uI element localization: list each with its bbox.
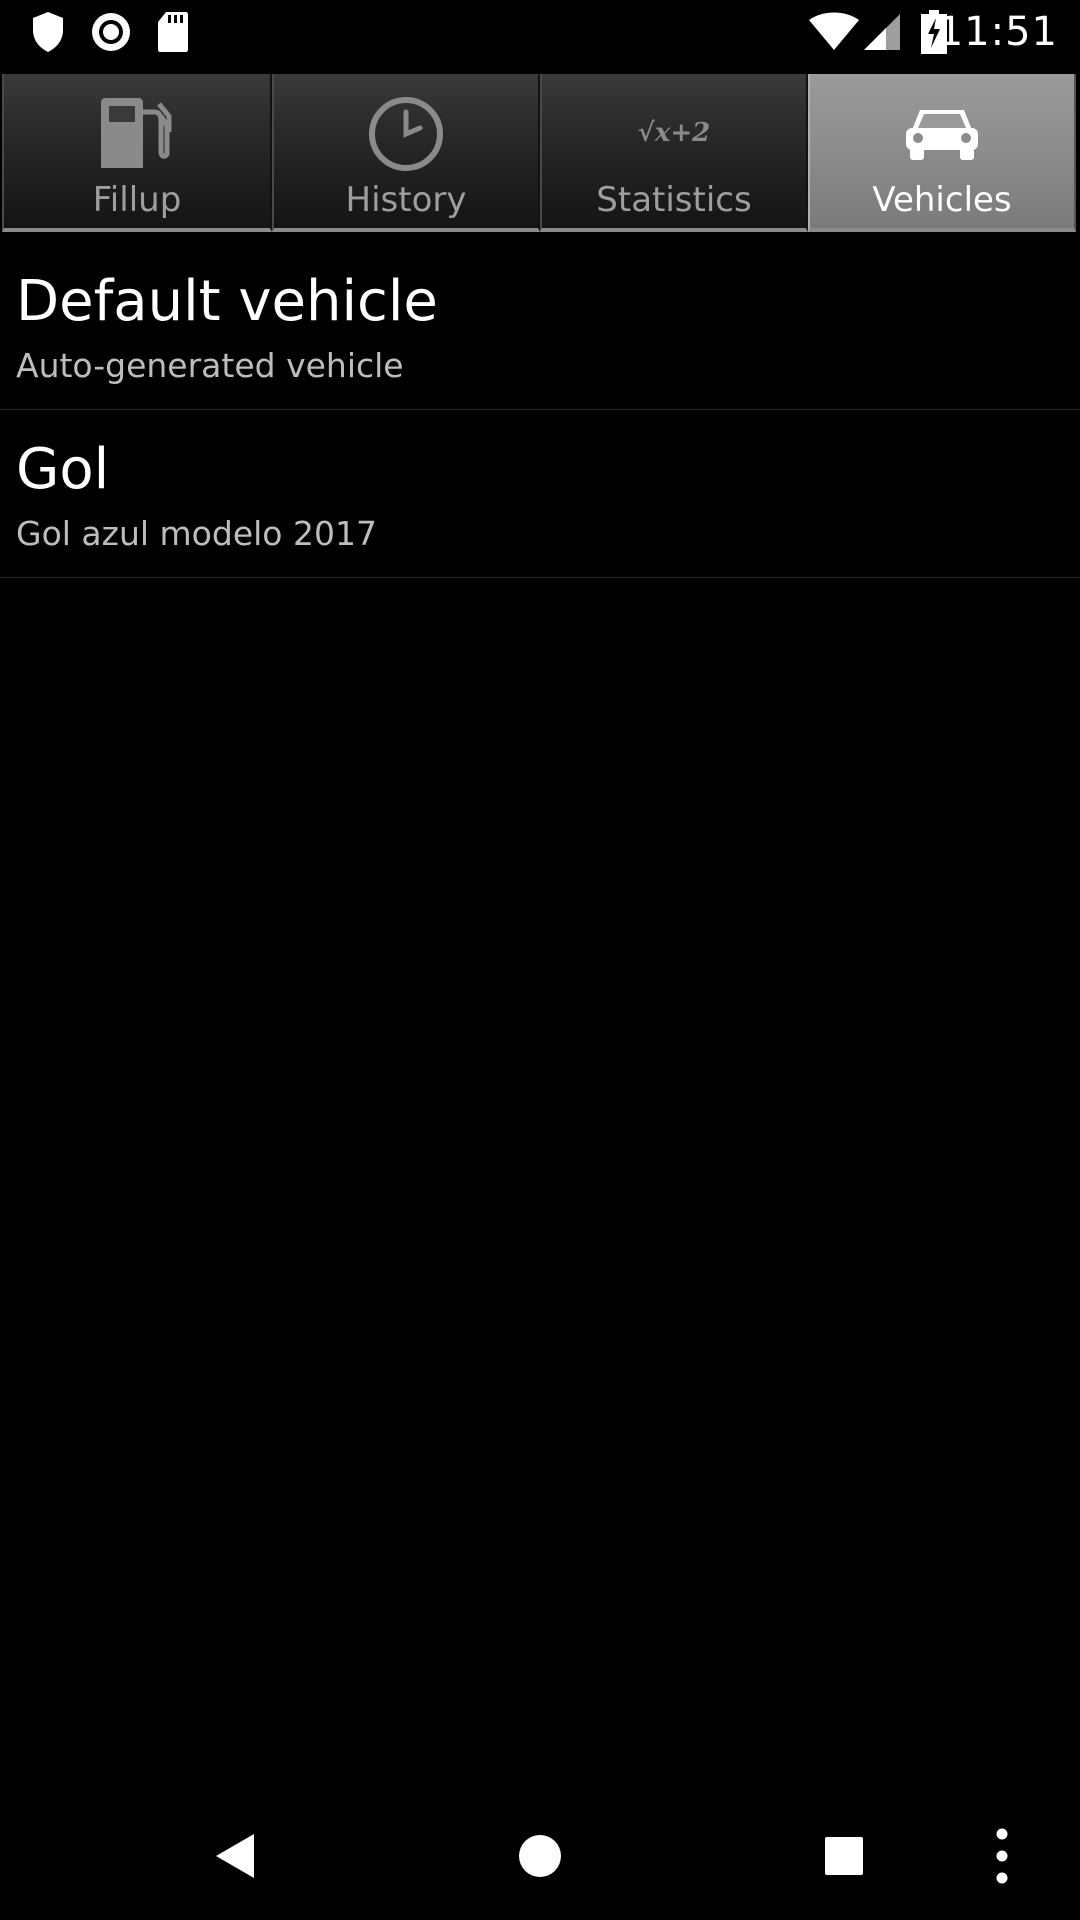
tab-label-statistics: Statistics	[596, 180, 752, 220]
vehicle-description: Auto-generated vehicle	[16, 346, 404, 385]
fuel-pump-icon	[95, 92, 179, 176]
vehicle-description: Gol azul modelo 2017	[16, 514, 377, 553]
tab-label-vehicles: Vehicles	[872, 180, 1012, 220]
tab-fillup[interactable]: Fillup	[2, 74, 272, 232]
record-icon	[90, 10, 132, 58]
vehicle-name: Default vehicle	[16, 269, 438, 334]
formula-icon-text: √x+2	[637, 118, 711, 148]
wifi-icon	[808, 12, 860, 56]
overflow-menu-icon[interactable]	[966, 1820, 1038, 1892]
tab-bar: Fillup History √x+2 Statistics Vehicles	[0, 74, 1080, 240]
back-icon[interactable]	[200, 1820, 272, 1892]
screen: 11:51 Fillup History √x+2 Statistics Veh…	[0, 0, 1080, 1920]
cell-signal-icon	[862, 12, 902, 56]
tab-statistics[interactable]: √x+2 Statistics	[540, 74, 808, 232]
vehicle-name: Gol	[16, 437, 110, 502]
list-item[interactable]: Gol Gol azul modelo 2017	[0, 410, 1080, 578]
recents-icon[interactable]	[808, 1820, 880, 1892]
sd-card-icon	[156, 10, 190, 58]
tab-label-fillup: Fillup	[92, 180, 182, 220]
vehicle-list: Default vehicle Auto-generated vehicle G…	[0, 242, 1080, 578]
status-bar: 11:51	[0, 0, 1080, 74]
nav-bar	[0, 1790, 1080, 1920]
clock-icon	[364, 92, 448, 176]
list-item[interactable]: Default vehicle Auto-generated vehicle	[0, 242, 1080, 410]
formula-icon: √x+2	[632, 92, 716, 176]
tab-history[interactable]: History	[272, 74, 540, 232]
car-icon	[900, 92, 984, 176]
tab-label-history: History	[345, 180, 467, 220]
shield-icon	[30, 10, 66, 58]
tab-vehicles[interactable]: Vehicles	[808, 74, 1076, 232]
status-time: 11:51	[937, 9, 1058, 55]
home-icon[interactable]	[504, 1820, 576, 1892]
